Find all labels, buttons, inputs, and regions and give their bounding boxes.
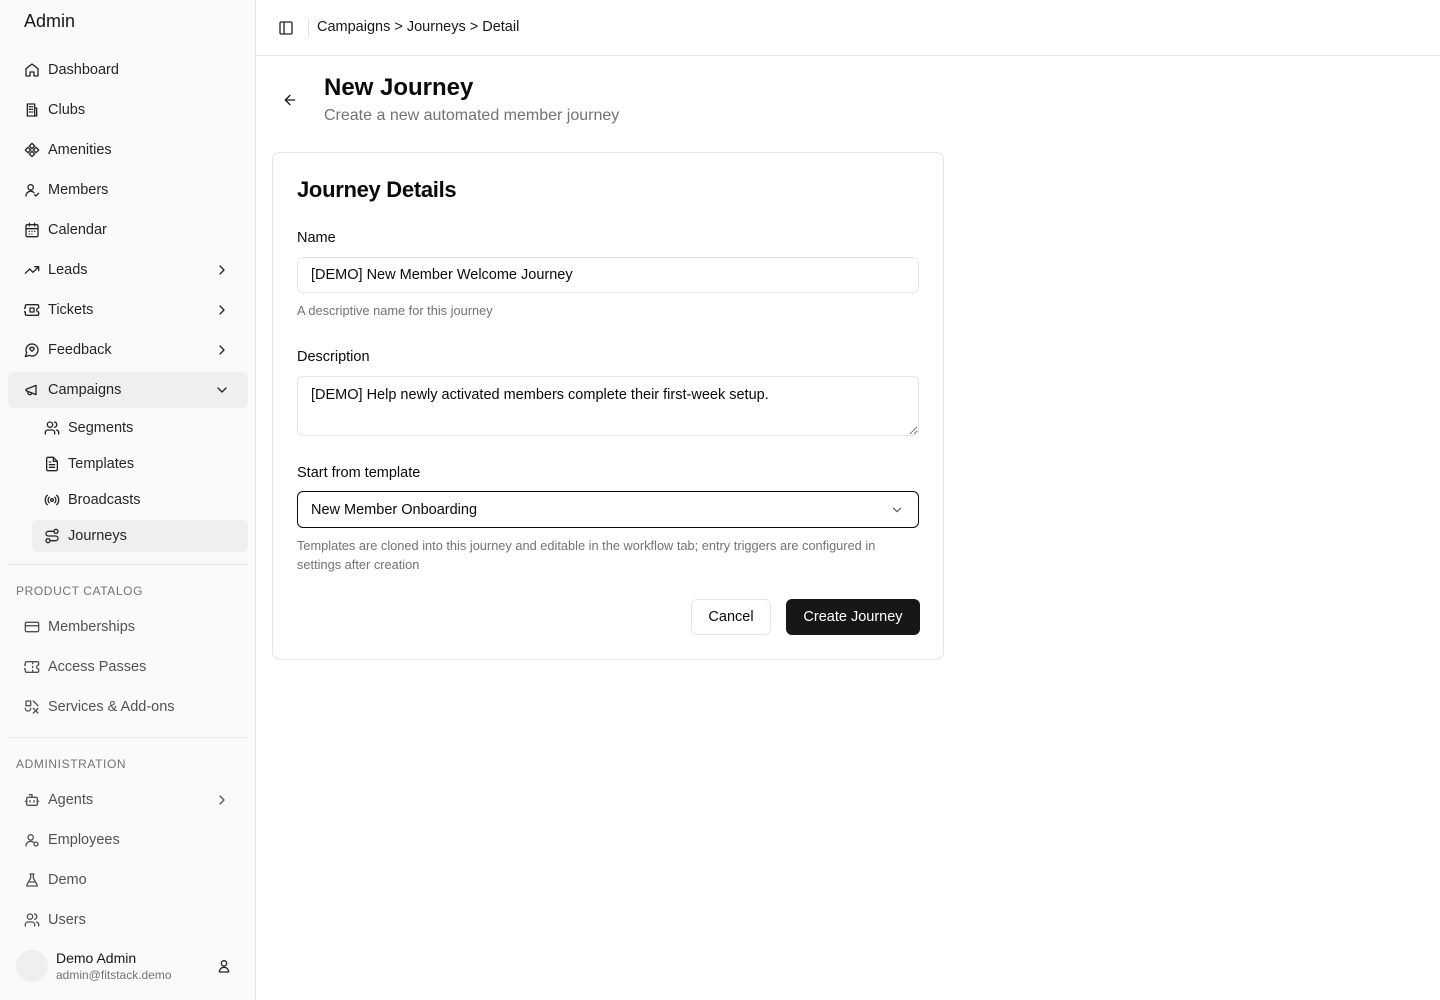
sidebar-subitem-templates[interactable]: Templates (32, 448, 248, 480)
section-label-product-catalog: PRODUCT CATALOG (16, 584, 144, 598)
users-icon (24, 912, 40, 928)
sidebar-divider (8, 737, 248, 738)
arrow-left-icon (282, 92, 298, 108)
member-icon (24, 182, 40, 198)
sidebar-item-dashboard[interactable]: Dashboard (8, 52, 248, 88)
flask-icon (24, 872, 40, 888)
users-icon (44, 420, 60, 436)
sidebar-subitem-label: Segments (68, 420, 134, 436)
chevron-down-icon (890, 503, 904, 517)
sidebar-item-employees[interactable]: Employees (8, 822, 248, 858)
sidebar: Admin Dashboard Clubs Amenities Members … (0, 0, 256, 1000)
breadcrumb: Campaigns > Journeys > Detail (317, 19, 520, 35)
cancel-button[interactable]: Cancel (691, 599, 771, 635)
calendar-icon (24, 222, 40, 238)
sidebar-item-services-addons[interactable]: Services & Add-ons (8, 689, 248, 725)
sidebar-item-campaigns[interactable]: Campaigns (8, 372, 248, 408)
template-select-value: New Member Onboarding (311, 501, 478, 518)
trend-icon (24, 262, 40, 278)
avatar (16, 950, 48, 982)
template-help-text: Templates are cloned into this journey a… (297, 538, 876, 572)
file-icon (44, 456, 60, 472)
sidebar-item-members[interactable]: Members (8, 172, 248, 208)
template-select[interactable]: New Member Onboarding (297, 491, 919, 528)
page-title: New Journey (324, 74, 474, 101)
employee-icon (24, 832, 40, 848)
user-name: Demo Admin (56, 950, 137, 966)
sidebar-subitem-segments[interactable]: Segments (32, 412, 248, 444)
sidebar-item-leads[interactable]: Leads (8, 252, 248, 288)
sidebar-item-label: Employees (48, 832, 120, 848)
sidebar-item-label: Dashboard (48, 62, 119, 78)
sidebar-item-amenities[interactable]: Amenities (8, 132, 248, 168)
card-title: Journey Details (297, 177, 457, 202)
sidebar-item-label: Access Passes (48, 659, 147, 675)
user-email: admin@fitstack.demo (56, 968, 172, 982)
home-icon (24, 62, 40, 78)
name-input[interactable] (297, 257, 919, 293)
sidebar-item-label: Feedback (48, 342, 112, 358)
sidebar-item-calendar[interactable]: Calendar (8, 212, 248, 248)
sidebar-item-memberships[interactable]: Memberships (8, 609, 248, 645)
name-help-text: A descriptive name for this journey (297, 303, 493, 318)
page-subtitle: Create a new automated member journey (324, 107, 620, 124)
sidebar-item-label: Demo (48, 872, 87, 888)
sidebar-item-label: Campaigns (48, 382, 122, 398)
back-button[interactable] (280, 90, 300, 110)
sidebar-item-label: Memberships (48, 619, 136, 635)
sidebar-item-label: Leads (48, 262, 88, 278)
sidebar-item-label: Services & Add-ons (48, 699, 175, 715)
panel-left-icon (278, 20, 294, 36)
chevron-right-icon (214, 262, 230, 278)
sidebar-item-label: Members (48, 182, 109, 198)
section-label-administration: ADMINISTRATION (16, 757, 127, 771)
sidebar-item-access-passes[interactable]: Access Passes (8, 649, 248, 685)
bot-icon (24, 792, 40, 808)
megaphone-icon (24, 382, 40, 398)
template-label: Start from template (297, 465, 421, 481)
sidebar-item-label: Agents (48, 792, 94, 808)
sidebar-subitem-label: Templates (68, 456, 135, 472)
user-icon[interactable] (216, 958, 232, 974)
create-journey-button[interactable]: Create Journey (786, 599, 920, 635)
card-icon (24, 619, 40, 635)
sidebar-item-label: Calendar (48, 222, 107, 238)
sidebar-item-label: Clubs (48, 102, 86, 118)
topbar-separator (308, 18, 309, 38)
sidebar-item-label: Amenities (48, 142, 112, 158)
brand-title: Admin (24, 11, 76, 31)
feedback-icon (24, 342, 40, 358)
sidebar-toggle-button[interactable] (276, 18, 296, 38)
route-icon (44, 528, 60, 544)
sidebar-subitem-label: Broadcasts (68, 492, 141, 508)
chevron-right-icon (214, 792, 230, 808)
pass-icon (24, 659, 40, 675)
name-label: Name (297, 230, 336, 246)
chevron-down-icon (214, 382, 230, 398)
broadcast-icon (44, 492, 60, 508)
building-icon (24, 102, 40, 118)
topbar: Campaigns > Journeys > Detail (256, 0, 1440, 56)
sidebar-item-tickets[interactable]: Tickets (8, 292, 248, 328)
ticket-icon (24, 302, 40, 318)
sidebar-subitem-broadcasts[interactable]: Broadcasts (32, 484, 248, 516)
chevron-right-icon (214, 302, 230, 318)
description-label: Description (297, 349, 370, 365)
sidebar-item-agents[interactable]: Agents (8, 782, 248, 818)
sidebar-subitem-label: Journeys (68, 528, 127, 544)
services-icon (24, 699, 40, 715)
sidebar-item-users[interactable]: Users (8, 902, 248, 938)
sidebar-item-demo[interactable]: Demo (8, 862, 248, 898)
sidebar-item-clubs[interactable]: Clubs (8, 92, 248, 128)
sidebar-item-label: Users (48, 912, 86, 928)
sidebar-subitem-journeys[interactable]: Journeys (32, 520, 248, 552)
description-textarea[interactable]: [DEMO] Help newly activated members comp… (297, 376, 919, 436)
sidebar-item-label: Tickets (48, 302, 94, 318)
chevron-right-icon (214, 342, 230, 358)
amenities-icon (24, 142, 40, 158)
sidebar-item-feedback[interactable]: Feedback (8, 332, 248, 368)
sidebar-divider (8, 564, 248, 565)
journey-details-card: Journey Details Name A descriptive name … (272, 152, 944, 660)
user-profile[interactable]: Demo Admin admin@fitstack.demo (16, 948, 240, 984)
